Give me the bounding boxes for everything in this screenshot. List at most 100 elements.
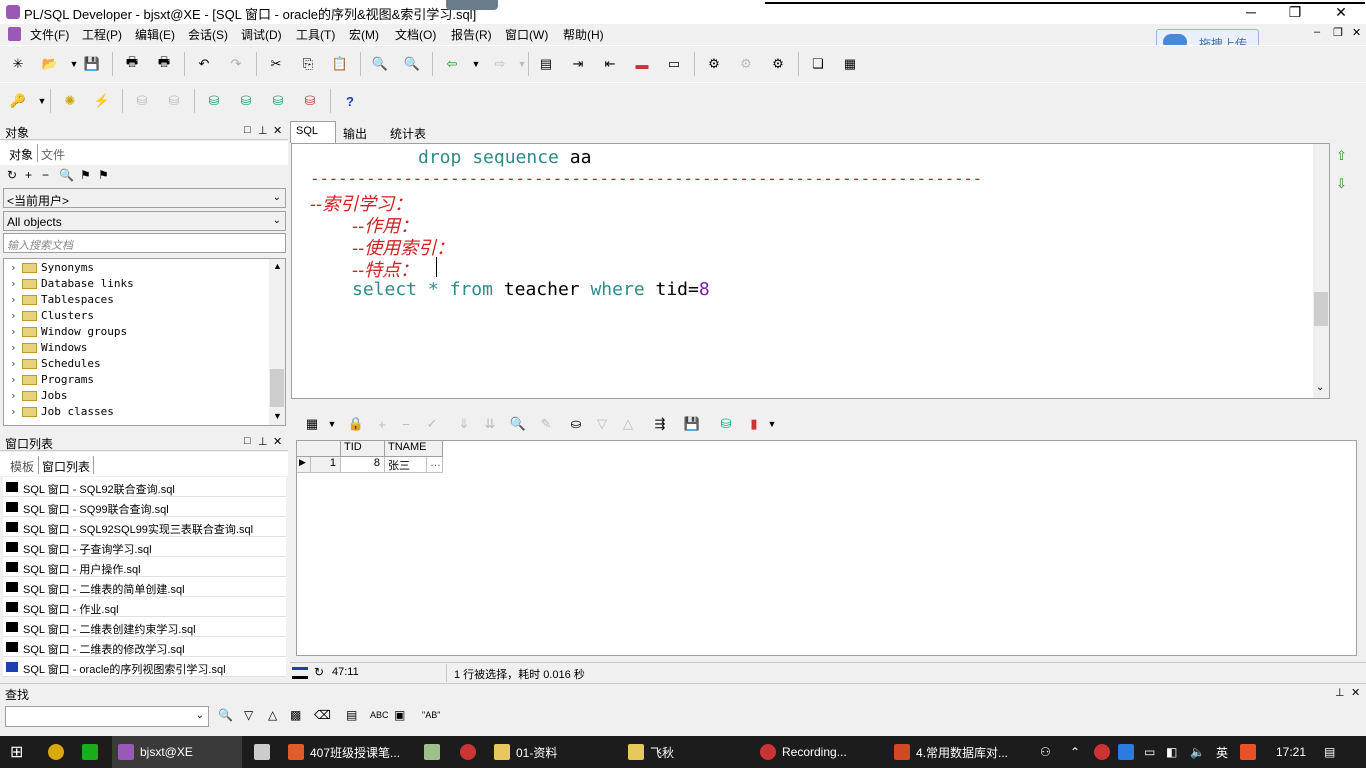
find-prev-icon[interactable]: △	[268, 708, 277, 722]
tree-item[interactable]: › Database links	[10, 277, 134, 293]
taskbar-item[interactable]: 01-资料	[494, 736, 557, 768]
grid-select-icon[interactable]: ▦	[302, 414, 322, 434]
remove-icon[interactable]: −	[42, 168, 49, 182]
tree-item[interactable]: › Programs	[10, 373, 94, 389]
grid-cell-tname[interactable]: 张三	[385, 457, 427, 473]
tree-scroll-thumb[interactable]	[270, 369, 284, 407]
object-search-input[interactable]: 输入搜索文档	[3, 233, 286, 253]
editor-scrollbar[interactable]: ⌄	[1313, 144, 1329, 398]
tree-item[interactable]: › Window groups	[10, 325, 127, 341]
sql-editor[interactable]: drop sequence aa -----------------------…	[291, 143, 1330, 399]
mdi-minimize-button[interactable]: –	[1314, 26, 1320, 38]
menu-session[interactable]: 会话(S)	[188, 26, 228, 43]
tile-icon[interactable]: ▦	[840, 54, 860, 74]
taskbar-app-icon[interactable]	[424, 736, 440, 768]
nav-down-icon[interactable]: ⇩	[1336, 176, 1347, 192]
taskbar-item[interactable]: 飞秋	[628, 736, 674, 768]
filter-icon[interactable]: ⚑	[80, 168, 91, 182]
menu-docs[interactable]: 文档(O)	[395, 26, 436, 43]
tray-app-icon[interactable]	[1094, 736, 1110, 768]
print-preview-icon[interactable]: 🖶	[154, 54, 174, 74]
whole-word-icon[interactable]: ▣	[394, 708, 405, 722]
indent-icon[interactable]: ⇥	[568, 54, 588, 74]
panel-close-icon[interactable]: ✕	[1351, 686, 1360, 699]
scroll-up-icon[interactable]: ▲	[273, 261, 282, 271]
menu-reports[interactable]: 报告(R)	[451, 26, 492, 43]
find-icon[interactable]: 🔍	[218, 708, 233, 722]
compile-icon[interactable]: ✺	[60, 91, 80, 111]
open-dropdown-icon[interactable]: ▼	[64, 54, 84, 74]
battery-icon[interactable]: ▭	[1144, 736, 1155, 768]
lock-icon[interactable]: 🔒	[346, 414, 366, 434]
menu-project[interactable]: 工程(P)	[82, 26, 122, 43]
panel-restore-icon[interactable]: □	[244, 124, 251, 136]
redo-icon[interactable]: ↷	[226, 54, 246, 74]
windows-icon[interactable]: ❏	[808, 54, 828, 74]
find-next-icon[interactable]: ▽	[244, 708, 253, 722]
mdi-close-button[interactable]: ✕	[1352, 26, 1361, 39]
grid-cell-tid[interactable]: 8	[341, 457, 385, 473]
start-button[interactable]: ⊞	[10, 736, 23, 768]
command-window-icon[interactable]: ⛁	[268, 91, 288, 111]
user-combo[interactable]: <当前用户> ⌄	[3, 188, 286, 208]
sogou-icon[interactable]	[1240, 736, 1256, 768]
add-record-icon[interactable]: +	[372, 414, 392, 434]
panel-close-icon[interactable]: ✕	[273, 124, 282, 137]
post-icon[interactable]: ✓	[422, 414, 442, 434]
find-icon[interactable]: 🔍	[370, 54, 390, 74]
clock[interactable]: 17:21	[1276, 736, 1306, 768]
uncomment-icon[interactable]: ▭	[664, 54, 684, 74]
tab-templates[interactable]: 模板	[10, 458, 34, 475]
tab-files[interactable]: 文件	[41, 146, 65, 163]
rollback-icon[interactable]: ⛁	[164, 91, 184, 111]
window-list-item[interactable]: SQL 窗口 - 二维表的修改学习.sql	[3, 637, 286, 657]
break-icon[interactable]: ⚙	[736, 54, 756, 74]
new-icon[interactable]: ✳	[8, 54, 28, 74]
input-lang-indicator[interactable]: 英	[1216, 736, 1228, 768]
next-page-icon[interactable]: ▽	[592, 414, 612, 434]
help-icon[interactable]: ?	[340, 91, 360, 111]
print-icon[interactable]: 🖶	[122, 54, 142, 74]
db-icon[interactable]: ⛁	[204, 91, 224, 111]
network-icon[interactable]: ◧	[1166, 736, 1177, 768]
editor-scroll-thumb[interactable]	[1314, 292, 1328, 326]
taskbar-item[interactable]: bjsxt@XE	[118, 736, 193, 768]
copy-icon[interactable]: ⎘	[298, 54, 318, 74]
undo-icon[interactable]: ↶	[194, 54, 214, 74]
panel-pin-icon[interactable]: ⊥	[1335, 686, 1345, 699]
unindent-icon[interactable]: ⇤	[600, 54, 620, 74]
window-list-item[interactable]: SQL 窗口 - SQL92SQL99实现三表联合查询.sql	[3, 517, 286, 537]
chart-dropdown-icon[interactable]: ▼	[762, 414, 782, 434]
grid-cell-more-button[interactable]: …	[427, 457, 443, 473]
paste-icon[interactable]: 📋	[330, 54, 350, 74]
menu-file[interactable]: 文件(F)	[30, 26, 69, 43]
sql-results-icon[interactable]: ⛁	[716, 414, 736, 434]
cut-icon[interactable]: ✂	[266, 54, 286, 74]
key-dropdown-icon[interactable]: ▼	[32, 91, 52, 111]
panel-pin-icon[interactable]: ⊥	[258, 435, 268, 448]
close-button[interactable]: ✕	[1318, 0, 1364, 24]
grid-header-tid[interactable]: TID	[341, 441, 385, 457]
scroll-down-icon[interactable]: ▼	[273, 411, 282, 421]
import-dropdown-icon[interactable]: ▼	[466, 54, 486, 74]
panel-close-icon[interactable]: ✕	[273, 435, 282, 448]
notifications-icon[interactable]: ▤	[1324, 736, 1335, 768]
fetch-last-icon[interactable]: ⇊	[480, 414, 500, 434]
export-dropdown-icon[interactable]: ▼	[512, 54, 532, 74]
explain-icon[interactable]: ⚙	[768, 54, 788, 74]
tree-item[interactable]: › Clusters	[10, 309, 94, 325]
clear-highlight-icon[interactable]: ⌫	[314, 708, 331, 722]
people-icon[interactable]: ⚇	[1040, 736, 1051, 768]
find-object-icon[interactable]: 🔍	[59, 168, 74, 182]
regex-label[interactable]: "AB"	[422, 710, 440, 720]
chart-icon[interactable]: ▮	[744, 414, 764, 434]
match-case-label[interactable]: ABC	[370, 710, 389, 720]
taskbar-item[interactable]: 4.常用数据库对...	[894, 736, 1008, 768]
nav-up-icon[interactable]: ⇧	[1336, 148, 1347, 164]
maximize-button[interactable]: ❐	[1272, 0, 1318, 24]
wechat-icon[interactable]	[82, 736, 98, 768]
execute-icon[interactable]: ⚙	[704, 54, 724, 74]
taskbar-app-icon[interactable]	[254, 736, 270, 768]
window-list-item[interactable]: SQL 窗口 - SQL92联合查询.sql	[3, 477, 286, 497]
tab-output[interactable]: 输出	[343, 125, 367, 142]
